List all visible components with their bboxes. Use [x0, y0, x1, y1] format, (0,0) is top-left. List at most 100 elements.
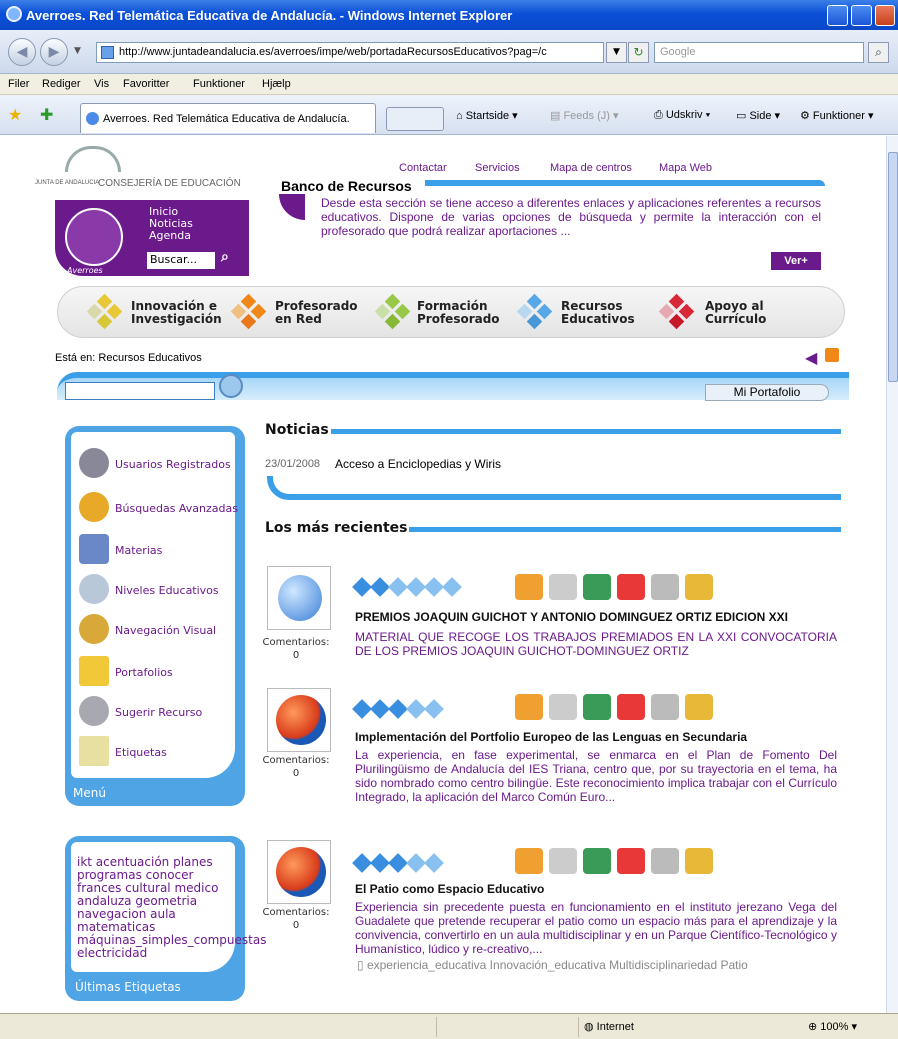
resource-title[interactable]: El Patio como Espacio Educativo: [355, 882, 544, 896]
vertical-scrollbar[interactable]: [886, 136, 898, 1013]
recent-rule: [409, 527, 841, 532]
alert-icon: [617, 694, 645, 720]
formacion-icon: [374, 293, 411, 330]
search-input[interactable]: Google: [654, 42, 864, 63]
feeds-label: Feeds (J): [563, 110, 610, 122]
print-button[interactable]: ⎙ Udskriv ▾: [654, 109, 710, 122]
tools-button[interactable]: ⚙ Funktioner ▾: [800, 109, 873, 122]
maximize-button[interactable]: [851, 5, 872, 26]
tab-apoyo-line1: Apoyo al: [705, 299, 764, 313]
address-bar[interactable]: http://www.juntadeandalucia.es/averroes/…: [96, 42, 604, 63]
zoom-control[interactable]: ⊕ 100% ▾: [808, 1020, 857, 1033]
news-rule: [331, 429, 841, 434]
resource-search-input[interactable]: [65, 382, 215, 400]
favorites-star-icon[interactable]: ★: [8, 105, 22, 125]
resource-thumbnail[interactable]: [267, 840, 331, 904]
print-label: Udskriv: [665, 109, 703, 121]
address-dropdown-button[interactable]: ▼: [606, 42, 627, 63]
tab-innovacion[interactable]: Innovación e Investigación: [131, 300, 222, 326]
network-map-icon: [685, 574, 713, 600]
breadcrumb: Está en: Recursos Educativos: [55, 352, 202, 364]
document-icon: [549, 848, 577, 874]
menu-funktioner[interactable]: Funktioner: [193, 78, 245, 90]
site-search-icon[interactable]: ⌕: [221, 249, 229, 265]
address-url: http://www.juntadeandalucia.es/averroes/…: [119, 46, 547, 58]
rss-icon[interactable]: [825, 348, 839, 362]
tab-recursos[interactable]: Recursos Educativos: [561, 300, 635, 326]
history-dropdown-icon[interactable]: ▼: [74, 46, 81, 56]
resource-search-icon[interactable]: [219, 374, 243, 398]
page-button[interactable]: ▭ Side ▾: [736, 109, 780, 122]
search-icon[interactable]: ⌕: [868, 42, 889, 63]
menu-label-portafolios: Portafolios: [115, 666, 173, 679]
resource-thumbnail[interactable]: [267, 566, 331, 630]
resource-thumbnail[interactable]: [267, 688, 331, 752]
refresh-button[interactable]: ↻: [628, 42, 649, 63]
page-viewport: JUNTA DE ANDALUCIA CONSEJERÍA DE EDUCACI…: [5, 136, 886, 1013]
link-servicios[interactable]: Servicios: [475, 162, 520, 174]
folder-icon: [79, 656, 109, 686]
comments-value: 0: [292, 920, 300, 931]
link-contactar[interactable]: Contactar: [399, 162, 447, 174]
junta-logo-icon: [65, 146, 121, 172]
side-menu-inner: Usuarios Registrados Búsquedas Avanzadas…: [71, 432, 238, 778]
tab-formacion-line2: Profesorado: [417, 312, 500, 326]
site-search-input[interactable]: Buscar...: [147, 252, 215, 269]
feeds-button[interactable]: ▤ Feeds (J) ▾: [550, 109, 619, 122]
books-icon: [79, 534, 109, 564]
resource-tags-text[interactable]: experiencia_educativa Innovación_educati…: [367, 958, 748, 972]
back-button[interactable]: ◀: [8, 38, 36, 66]
latest-tags: ikt acentuación planes programas conocer…: [65, 836, 266, 1001]
link-agenda[interactable]: Agenda: [149, 230, 193, 242]
news-heading: Noticias: [265, 422, 329, 438]
network-icon: [79, 614, 109, 644]
news-box-border: [267, 476, 841, 500]
resource-title[interactable]: Implementación del Portfolio Europeo de …: [355, 730, 747, 744]
comments-value: 0: [292, 650, 300, 661]
tab-profesorado[interactable]: Profesorado en Red: [275, 300, 358, 326]
menu-bar: Filer Rediger Vis Favoritter Funktioner …: [0, 74, 898, 95]
home-button[interactable]: ⌂ Startside ▾: [456, 109, 518, 122]
comments-label: Comentarios:: [262, 637, 330, 648]
tab-recursos-line2: Educativos: [561, 312, 635, 326]
tab-apoyo[interactable]: Apoyo al Currículo: [705, 300, 766, 326]
side-menu: Usuarios Registrados Búsquedas Avanzadas…: [65, 426, 245, 806]
page-icon: [101, 46, 114, 59]
ver-more-button[interactable]: Ver+: [771, 252, 821, 270]
scrollbar-thumb[interactable]: [888, 152, 898, 382]
menu-label-niveles: Niveles Educativos: [115, 584, 219, 597]
tab-apoyo-line2: Currículo: [705, 312, 767, 326]
tab-formacion[interactable]: Formación Profesorado: [417, 300, 500, 326]
browser-tab[interactable]: Averroes. Red Telemática Educativa de An…: [80, 103, 376, 133]
menu-label-usuarios: Usuarios Registrados: [115, 458, 231, 471]
menu-rediger[interactable]: Rediger: [42, 78, 81, 90]
link-mapa-centros[interactable]: Mapa de centros: [550, 162, 632, 174]
menu-label-materias: Materias: [115, 544, 163, 557]
download-icon: [515, 574, 543, 600]
menu-favoritter[interactable]: Favoritter: [123, 78, 169, 90]
menu-filer[interactable]: Filer: [8, 78, 29, 90]
add-favorite-icon[interactable]: ✚: [40, 105, 53, 125]
back-arrow-icon[interactable]: ◀: [805, 348, 817, 368]
tab-ie-icon: [86, 112, 99, 125]
forward-button[interactable]: ▶: [40, 38, 68, 66]
side-menu-footer: Menú: [73, 786, 106, 800]
menu-label-sugerir: Sugerir Recurso: [115, 706, 203, 719]
banner-rule: [425, 180, 825, 186]
internet-zone: ◍ Internet: [584, 1021, 634, 1033]
minimize-button[interactable]: [827, 5, 848, 26]
tags-text[interactable]: ikt acentuación planes programas conocer…: [71, 842, 266, 972]
news-title[interactable]: Acceso a Enciclopedias y Wiris: [335, 457, 501, 471]
status-seg: [436, 1017, 506, 1037]
menu-hjaelp[interactable]: Hjælp: [262, 78, 291, 90]
people-icon: [583, 848, 611, 874]
new-tab-button[interactable]: [386, 107, 444, 131]
breadcrumb-current[interactable]: Recursos Educativos: [98, 352, 201, 364]
mi-portafolio-button[interactable]: Mi Portafolio: [705, 384, 829, 401]
resource-title[interactable]: PREMIOS JOAQUIN GUICHOT Y ANTONIO DOMING…: [355, 610, 788, 624]
breadcrumb-prefix: Está en:: [55, 352, 96, 364]
comments-count: Comentarios: 0: [261, 906, 331, 932]
link-mapa-web[interactable]: Mapa Web: [659, 162, 712, 174]
menu-vis[interactable]: Vis: [94, 78, 109, 90]
close-button[interactable]: [875, 5, 895, 26]
